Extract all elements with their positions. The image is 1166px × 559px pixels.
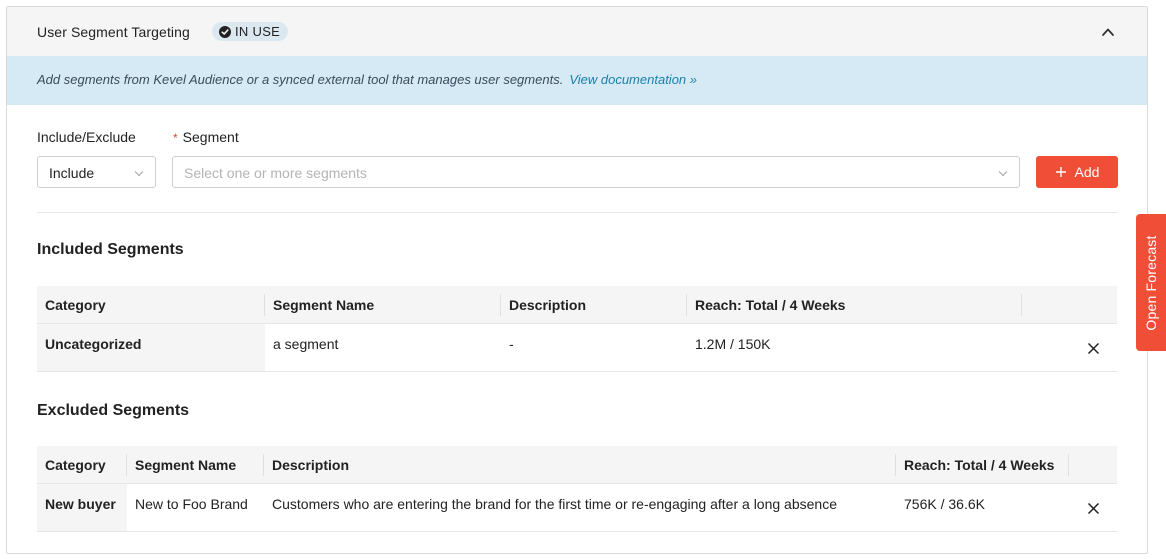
- segment-description: Customers who are entering the brand for…: [272, 496, 837, 512]
- column-header-category: Category: [37, 446, 127, 483]
- info-banner-text: Add segments from Kevel Audience or a sy…: [37, 72, 564, 87]
- include-exclude-value: Include: [49, 165, 95, 181]
- excluded-segments-title: Excluded Segments: [37, 402, 190, 419]
- segment-name: a segment: [273, 336, 339, 352]
- info-banner: Add segments from Kevel Audience or a sy…: [7, 56, 1147, 105]
- segment-select[interactable]: Select one or more segments: [172, 156, 1020, 188]
- required-marker: *: [173, 131, 178, 145]
- included-segments-table: Category Segment Name Description Reach:…: [37, 286, 1117, 372]
- column-header-reach: Reach: Total / 4 Weeks: [687, 286, 1022, 323]
- open-forecast-label: Open Forecast: [1143, 234, 1159, 331]
- status-badge: IN USE: [212, 22, 289, 41]
- chevron-up-icon[interactable]: [1101, 25, 1115, 39]
- table-row: New buyer New to Foo Brand Customers who…: [37, 484, 1117, 532]
- include-exclude-label: Include/Exclude: [37, 129, 136, 145]
- column-header-segment-name: Segment Name: [127, 446, 264, 483]
- segment-label-text: Segment: [182, 129, 239, 145]
- column-header-description: Description: [501, 286, 687, 323]
- include-exclude-select[interactable]: Include: [37, 156, 156, 188]
- check-circle-icon: [219, 25, 231, 38]
- chevron-down-icon: [998, 171, 1008, 177]
- segment-reach: 756K / 36.6K: [904, 496, 985, 512]
- close-icon[interactable]: [1087, 502, 1100, 515]
- segment-category: Uncategorized: [37, 324, 265, 371]
- table-row: Uncategorized a segment - 1.2M / 150K: [37, 324, 1117, 372]
- segment-label: * Segment: [173, 129, 239, 145]
- column-header-description: Description: [264, 446, 896, 483]
- plus-icon: [1055, 167, 1066, 177]
- panel-header[interactable]: User Segment Targeting IN USE: [7, 7, 1147, 56]
- add-segment-button[interactable]: Add: [1036, 156, 1118, 188]
- included-segments-title: Included Segments: [37, 241, 184, 258]
- open-forecast-tab[interactable]: Open Forecast: [1136, 214, 1166, 351]
- excluded-segments-table: Category Segment Name Description Reach:…: [37, 446, 1117, 532]
- chevron-down-icon: [134, 171, 144, 177]
- segment-category: New buyer: [37, 484, 127, 531]
- segment-description: -: [509, 336, 514, 352]
- status-badge-label: IN USE: [235, 24, 281, 39]
- table-header: Category Segment Name Description Reach:…: [37, 446, 1117, 484]
- view-documentation-link[interactable]: View documentation »: [569, 72, 697, 87]
- add-button-label: Add: [1074, 164, 1100, 180]
- segment-name: New to Foo Brand: [135, 496, 248, 512]
- column-header-segment-name: Segment Name: [265, 286, 501, 323]
- segment-select-placeholder: Select one or more segments: [184, 165, 367, 181]
- segment-targeting-panel: User Segment Targeting IN USE Add segmen…: [6, 6, 1148, 554]
- close-icon[interactable]: [1087, 342, 1100, 355]
- column-header-category: Category: [37, 286, 265, 323]
- panel-title: User Segment Targeting: [37, 24, 190, 40]
- table-header: Category Segment Name Description Reach:…: [37, 286, 1117, 324]
- segment-reach: 1.2M / 150K: [695, 336, 771, 352]
- column-header-reach: Reach: Total / 4 Weeks: [896, 446, 1069, 483]
- divider: [37, 212, 1118, 213]
